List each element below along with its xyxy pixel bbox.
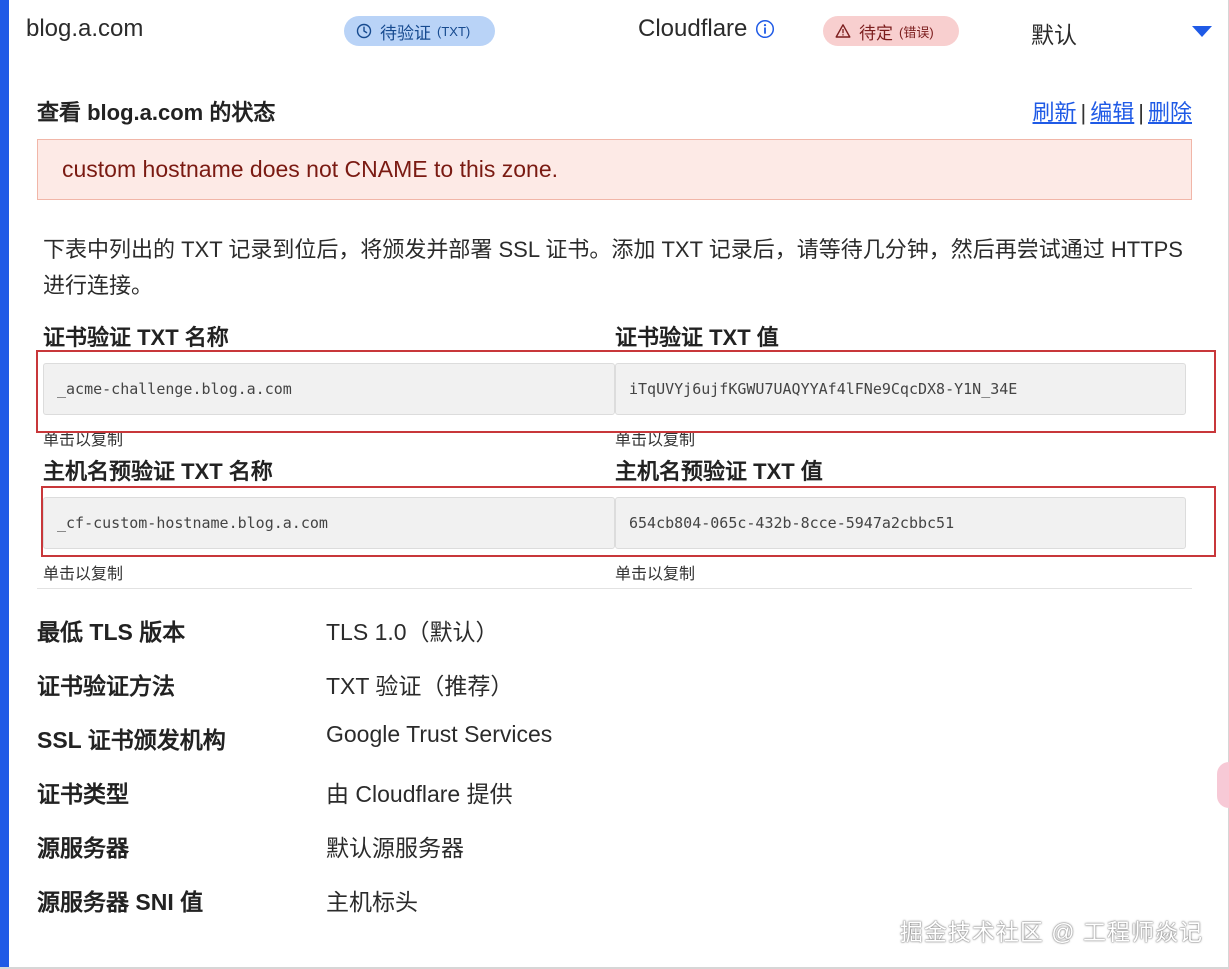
delete-link[interactable]: 删除 <box>1148 100 1192 125</box>
status-actions: 刷新 | 编辑 | 删除 <box>1033 95 1192 127</box>
host-status-label: 待定 <box>859 23 893 43</box>
detail-label: SSL 证书颁发机构 <box>37 727 226 753</box>
cert-txt-value-label: 证书验证 TXT 值 <box>615 325 779 350</box>
edit-link[interactable]: 编辑 <box>1090 100 1134 125</box>
detail-value: 由 Cloudflare 提供 <box>326 781 513 807</box>
caret-down-icon[interactable] <box>1192 26 1212 37</box>
cert-status-badge: 待验证 (TXT) <box>344 16 495 46</box>
cert-status-label: 待验证 <box>380 23 431 43</box>
host-status-sub: (错误) <box>899 24 934 40</box>
row-accent-bar <box>0 0 9 969</box>
floating-widget[interactable] <box>1217 762 1229 808</box>
hostname-title: blog.a.com <box>26 15 144 42</box>
error-alert: custom hostname does not CNAME to this z… <box>37 139 1192 200</box>
action-separator: | <box>1080 100 1087 125</box>
cert-status-sub: (TXT) <box>437 23 471 39</box>
copy-hint: 单击以复制 <box>43 566 124 583</box>
host-txt-value-label: 主机名预验证 TXT 值 <box>615 459 823 484</box>
section-divider <box>37 588 1192 589</box>
warning-icon <box>835 24 851 38</box>
detail-value: TLS 1.0（默认） <box>326 619 499 645</box>
status-title: 查看 blog.a.com 的状态 <box>37 100 276 125</box>
cert-txt-name-label: 证书验证 TXT 名称 <box>43 325 229 350</box>
detail-value: 主机标头 <box>326 889 418 915</box>
detail-value: Google Trust Services <box>326 721 553 747</box>
watermark: 掘金技术社区 @ 工程师焱记 <box>899 919 1203 945</box>
copy-hint: 单击以复制 <box>615 566 696 583</box>
host-txt-name-label: 主机名预验证 TXT 名称 <box>43 459 273 484</box>
highlight-box <box>36 350 1216 433</box>
host-status-badge: 待定 (错误) <box>823 16 959 46</box>
error-message: custom hostname does not CNAME to this z… <box>62 156 559 182</box>
detail-label: 最低 TLS 版本 <box>37 619 186 645</box>
detail-label: 源服务器 <box>37 835 129 861</box>
detail-value: 默认源服务器 <box>326 835 464 861</box>
detail-label: 源服务器 SNI 值 <box>37 889 204 915</box>
detail-value: TXT 验证（推荐） <box>326 673 514 699</box>
clock-icon <box>356 23 372 39</box>
provider: Cloudflare <box>638 15 775 43</box>
provider-label: Cloudflare <box>638 15 748 42</box>
detail-label: 证书验证方法 <box>37 673 175 699</box>
origin-server-value: 默认 <box>1031 22 1077 48</box>
refresh-link[interactable]: 刷新 <box>1033 100 1077 125</box>
info-icon[interactable] <box>755 19 775 39</box>
action-separator: | <box>1138 100 1144 125</box>
description-text: 下表中列出的 TXT 记录到位后，将颁发并部署 SSL 证书。添加 TXT 记录… <box>43 237 1183 298</box>
highlight-box <box>41 486 1216 557</box>
detail-label: 证书类型 <box>37 781 129 807</box>
